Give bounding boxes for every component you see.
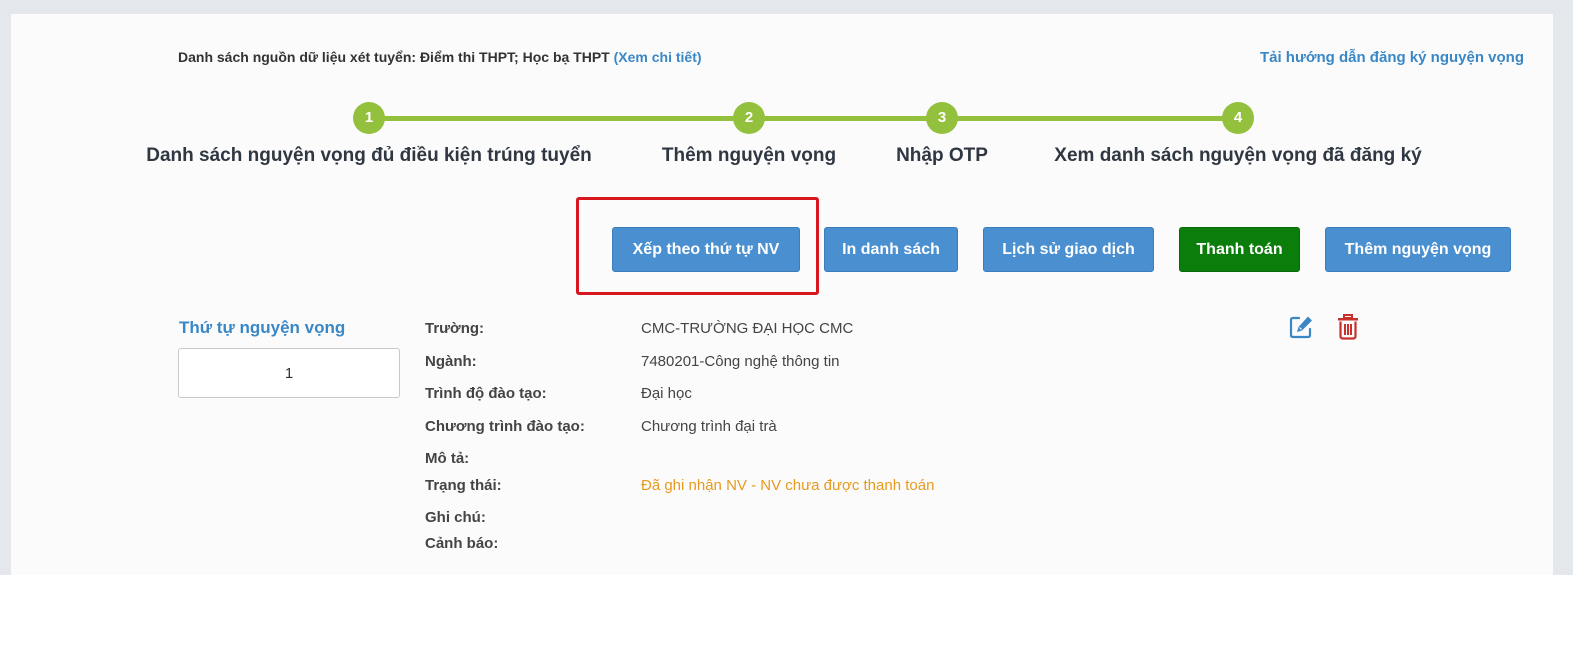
step-1-marker: 1 bbox=[353, 102, 385, 134]
stepper-progress-line bbox=[369, 116, 1238, 121]
data-source-line: Danh sách nguồn dữ liệu xét tuyển: Điểm … bbox=[178, 49, 702, 65]
status-value: Đã ghi nhận NV - NV chưa được thanh toán bbox=[641, 477, 935, 494]
download-guide-link[interactable]: Tải hướng dẫn đăng ký nguyện vọng bbox=[1260, 49, 1524, 66]
payment-button[interactable]: Thanh toán bbox=[1179, 227, 1300, 272]
program-label: Chương trình đào tạo: bbox=[425, 418, 585, 435]
step-2-marker: 2 bbox=[733, 102, 765, 134]
wish-order-input[interactable] bbox=[178, 348, 400, 398]
wish-order-title: Thứ tự nguyện vọng bbox=[179, 318, 346, 337]
education-level-value: Đại học bbox=[641, 385, 692, 402]
transaction-history-button[interactable]: Lịch sử giao dịch bbox=[983, 227, 1154, 272]
edit-icon[interactable] bbox=[1288, 314, 1314, 340]
step-3-label: Nhập OTP bbox=[896, 145, 988, 166]
sort-by-order-button[interactable]: Xếp theo thứ tự NV bbox=[612, 227, 800, 272]
program-value: Chương trình đại trà bbox=[641, 418, 777, 435]
education-level-label: Trình độ đào tạo: bbox=[425, 385, 547, 402]
note-label: Ghi chú: bbox=[425, 509, 486, 526]
school-label: Trường: bbox=[425, 320, 485, 337]
step-1-label: Danh sách nguyện vọng đủ điều kiện trúng… bbox=[146, 145, 592, 166]
step-4-label: Xem danh sách nguyện vọng đã đăng ký bbox=[1054, 145, 1422, 166]
description-label: Mô tả: bbox=[425, 450, 470, 467]
warning-label: Cảnh báo: bbox=[425, 535, 499, 552]
status-label: Trạng thái: bbox=[425, 477, 502, 494]
view-detail-link[interactable]: (Xem chi tiết) bbox=[614, 49, 702, 65]
step-3-marker: 3 bbox=[926, 102, 958, 134]
step-4-marker: 4 bbox=[1222, 102, 1254, 134]
trash-icon[interactable] bbox=[1336, 314, 1362, 340]
major-label: Ngành: bbox=[425, 353, 477, 370]
school-value: CMC-TRƯỜNG ĐẠI HỌC CMC bbox=[641, 320, 854, 337]
add-wish-button[interactable]: Thêm nguyện vọng bbox=[1325, 227, 1511, 272]
data-source-label: Danh sách nguồn dữ liệu xét tuyển: Điểm … bbox=[178, 49, 610, 65]
step-2-label: Thêm nguyện vọng bbox=[661, 145, 837, 166]
major-value: 7480201-Công nghệ thông tin bbox=[641, 353, 840, 370]
print-list-button[interactable]: In danh sách bbox=[824, 227, 958, 272]
